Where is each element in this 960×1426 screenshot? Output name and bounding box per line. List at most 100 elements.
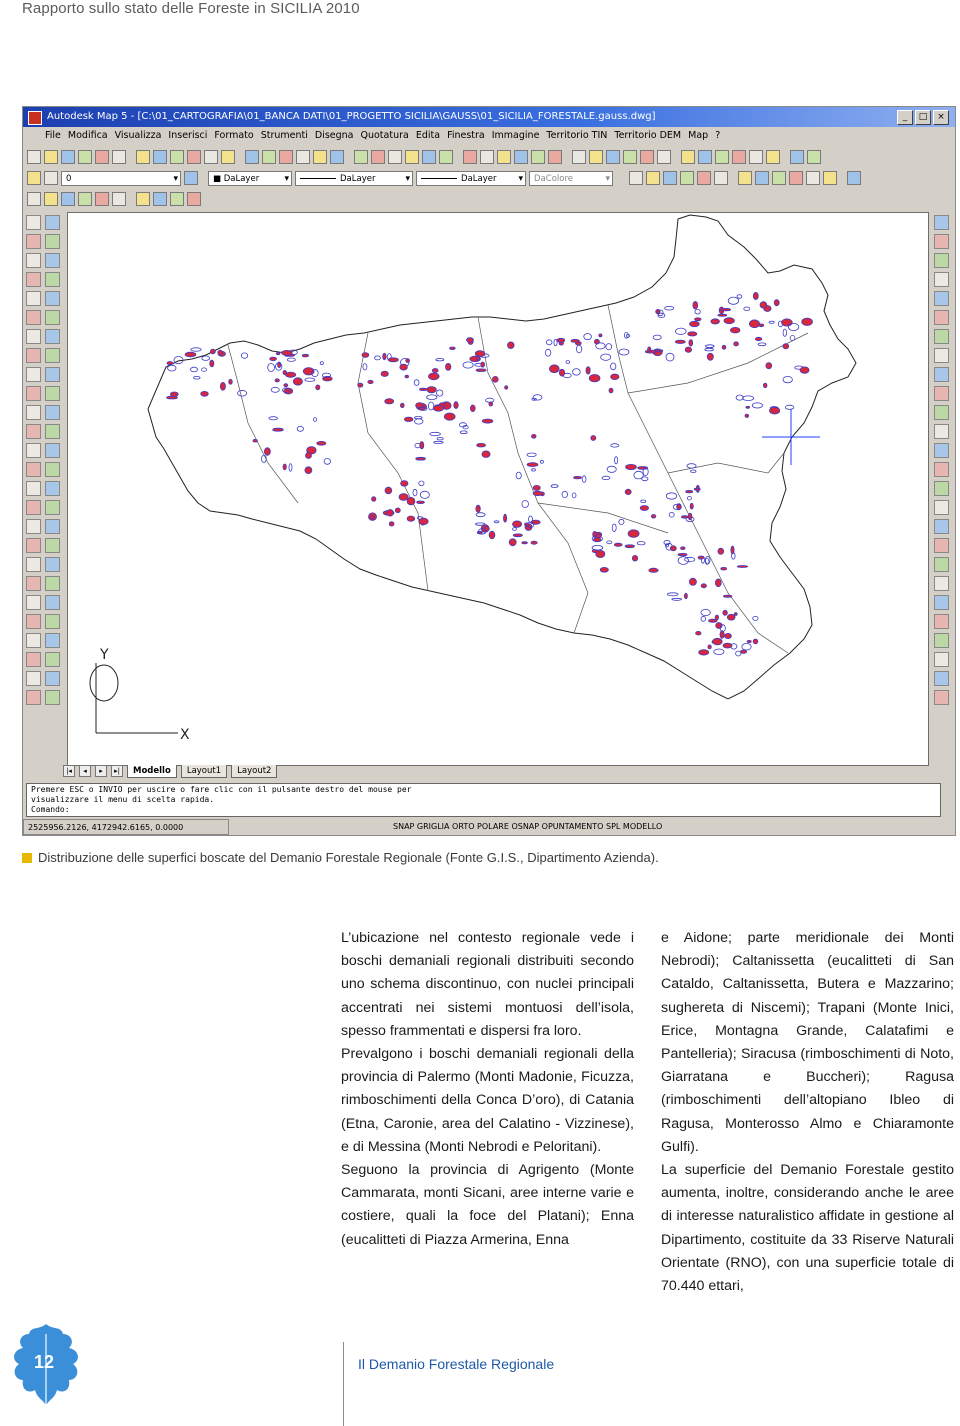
toolbar-button-icon[interactable] (548, 150, 562, 164)
draw-tool-icon[interactable] (26, 329, 41, 344)
draw-tool-icon[interactable] (26, 500, 41, 515)
toolbar-button-icon[interactable] (136, 150, 150, 164)
draw-tool-icon[interactable] (26, 443, 41, 458)
color-combo[interactable]: ■ DaLayer (208, 170, 292, 186)
menu-territorio-dem[interactable]: Territorio DEM (614, 127, 681, 145)
toolbar-button-icon[interactable] (61, 150, 75, 164)
toolbar-button-icon[interactable] (772, 171, 786, 185)
drawing-area[interactable]: Y X (67, 212, 929, 766)
toolbar-button-icon[interactable] (221, 150, 235, 164)
draw-tool-icon[interactable] (45, 348, 60, 363)
next-tab-icon[interactable]: ▸ (95, 765, 107, 777)
draw-tool-icon[interactable] (45, 614, 60, 629)
draw-tool-icon[interactable] (45, 443, 60, 458)
tab-layout2[interactable]: Layout2 (231, 764, 278, 778)
draw-tool-icon[interactable] (45, 329, 60, 344)
map-tool-icon[interactable] (934, 671, 949, 686)
draw-tool-icon[interactable] (26, 652, 41, 667)
menu-strumenti[interactable]: Strumenti (261, 127, 308, 145)
menu-formato[interactable]: Formato (214, 127, 253, 145)
toolbar-button-icon[interactable] (790, 150, 804, 164)
toolbar-button-icon[interactable] (807, 150, 821, 164)
map-tool-icon[interactable] (934, 538, 949, 553)
toolbar-button-icon[interactable] (439, 150, 453, 164)
toolbar-button-icon[interactable] (422, 150, 436, 164)
map-tool-icon[interactable] (934, 595, 949, 610)
toolbar-button-icon[interactable] (572, 150, 586, 164)
prev-tab-icon[interactable]: ◂ (79, 765, 91, 777)
draw-tool-icon[interactable] (45, 595, 60, 610)
toolbar-button-icon[interactable] (187, 192, 201, 206)
toolbar-button-icon[interactable] (847, 171, 861, 185)
toolbar-button-icon[interactable] (153, 192, 167, 206)
map-tool-icon[interactable] (934, 576, 949, 591)
menu-help[interactable]: ? (715, 127, 720, 145)
toolbar-button-icon[interactable] (187, 150, 201, 164)
draw-tool-icon[interactable] (45, 386, 60, 401)
toolbar-button-icon[interactable] (715, 150, 729, 164)
toolbar-button-icon[interactable] (589, 150, 603, 164)
toolbar-button-icon[interactable] (806, 171, 820, 185)
menu-quotatura[interactable]: Quotatura (361, 127, 409, 145)
toolbar-button-icon[interactable] (279, 150, 293, 164)
toolbar-button-icon[interactable] (463, 150, 477, 164)
draw-tool-icon[interactable] (45, 500, 60, 515)
draw-tool-icon[interactable] (26, 519, 41, 534)
toolbar-button-icon[interactable] (245, 150, 259, 164)
toolbar-button-icon[interactable] (313, 150, 327, 164)
draw-tool-icon[interactable] (45, 291, 60, 306)
map-tool-icon[interactable] (934, 367, 949, 382)
toolbar-button-icon[interactable] (44, 150, 58, 164)
toolbar-button-icon[interactable] (112, 150, 126, 164)
map-tool-icon[interactable] (934, 348, 949, 363)
toolbar-button-icon[interactable] (330, 150, 344, 164)
map-tool-icon[interactable] (934, 253, 949, 268)
draw-tool-icon[interactable] (26, 253, 41, 268)
toolbar-button-icon[interactable] (514, 150, 528, 164)
menu-visualizza[interactable]: Visualizza (115, 127, 162, 145)
toolbar-button-icon[interactable] (27, 192, 41, 206)
toolbar-button-icon[interactable] (136, 192, 150, 206)
command-prompt[interactable]: Comando: (31, 805, 936, 815)
toolbar-button-icon[interactable] (646, 171, 660, 185)
toolbar-button-icon[interactable] (388, 150, 402, 164)
toolbar-button-icon[interactable] (606, 150, 620, 164)
plotstyle-combo[interactable]: DaColore (529, 170, 613, 186)
toolbar-button-icon[interactable] (497, 150, 511, 164)
draw-tool-icon[interactable] (26, 291, 41, 306)
draw-tool-icon[interactable] (26, 614, 41, 629)
toolbar-button-icon[interactable] (112, 192, 126, 206)
layer-manager-icon[interactable] (27, 171, 41, 185)
map-tool-icon[interactable] (934, 519, 949, 534)
draw-tool-icon[interactable] (26, 234, 41, 249)
draw-tool-icon[interactable] (45, 652, 60, 667)
toolbar-button-icon[interactable] (44, 192, 58, 206)
draw-tool-icon[interactable] (45, 671, 60, 686)
draw-tool-icon[interactable] (45, 633, 60, 648)
toolbar-button-icon[interactable] (640, 150, 654, 164)
draw-tool-icon[interactable] (45, 272, 60, 287)
toolbar-button-icon[interactable] (657, 150, 671, 164)
draw-tool-icon[interactable] (45, 405, 60, 420)
draw-tool-icon[interactable] (26, 386, 41, 401)
toolbar-button-icon[interactable] (262, 150, 276, 164)
draw-tool-icon[interactable] (26, 690, 41, 705)
toolbar-button-icon[interactable] (531, 150, 545, 164)
toolbar-button-icon[interactable] (623, 150, 637, 164)
draw-tool-icon[interactable] (45, 462, 60, 477)
menu-map[interactable]: Map (688, 127, 708, 145)
menu-inserisci[interactable]: Inserisci (168, 127, 207, 145)
toolbar-button-icon[interactable] (766, 150, 780, 164)
toolbar-button-icon[interactable] (697, 171, 711, 185)
layer-state-icon[interactable] (44, 171, 58, 185)
toolbar-button-icon[interactable] (755, 171, 769, 185)
draw-tool-icon[interactable] (26, 576, 41, 591)
draw-tool-icon[interactable] (45, 690, 60, 705)
linetype-combo[interactable]: DaLayer (295, 170, 413, 186)
menu-immagine[interactable]: Immagine (492, 127, 540, 145)
map-tool-icon[interactable] (934, 633, 949, 648)
maximize-icon[interactable]: □ (915, 110, 931, 125)
toolbar-button-icon[interactable] (629, 171, 643, 185)
toolbar-button-icon[interactable] (480, 150, 494, 164)
draw-tool-icon[interactable] (45, 215, 60, 230)
